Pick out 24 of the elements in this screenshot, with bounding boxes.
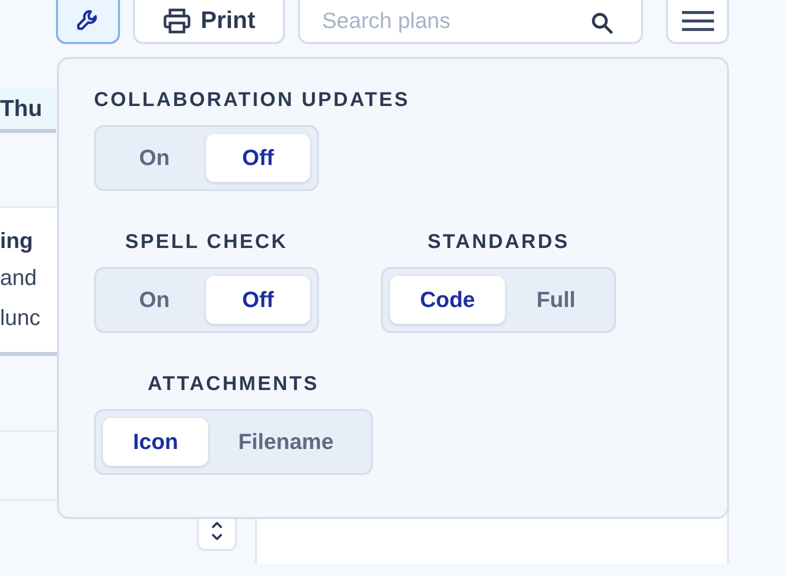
chevrons-icon xyxy=(211,520,223,542)
segment-option[interactable]: Off xyxy=(206,134,310,182)
print-button[interactable]: Print xyxy=(133,0,285,44)
setting-label: SPELL CHECK xyxy=(125,230,288,255)
search-icon xyxy=(589,10,615,36)
search-field[interactable]: Search plans xyxy=(298,0,643,44)
segment-option[interactable]: Off xyxy=(206,276,310,324)
event-title: ing xyxy=(0,227,33,255)
event-text: and xyxy=(0,264,37,292)
menu-icon xyxy=(682,9,714,33)
tools-button[interactable] xyxy=(56,0,120,44)
segment-option[interactable]: Full xyxy=(505,276,607,324)
segment-option[interactable]: Code xyxy=(390,276,505,324)
printer-icon xyxy=(162,8,191,34)
setting-label: COLLABORATION UPDATES xyxy=(94,88,410,113)
segment-option[interactable]: On xyxy=(103,134,206,182)
day-tab[interactable]: Thu xyxy=(0,88,56,133)
setting-label: ATTACHMENTS xyxy=(148,372,319,397)
setting-label: STANDARDS xyxy=(427,230,570,255)
segment-option[interactable]: Filename xyxy=(208,418,364,466)
segment-option[interactable]: Icon xyxy=(103,418,208,466)
menu-button[interactable] xyxy=(666,0,729,44)
segment-option[interactable]: On xyxy=(103,276,206,324)
event-text: lunc xyxy=(0,304,40,332)
